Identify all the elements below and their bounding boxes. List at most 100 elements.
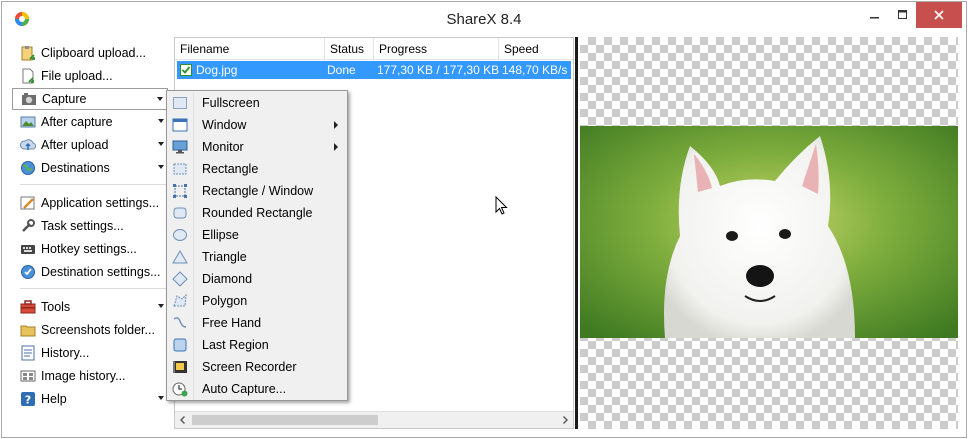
horizontal-scrollbar[interactable]	[175, 411, 573, 428]
polygon-icon	[173, 293, 187, 307]
capture-menu: Fullscreen Window Monitor Rectangle Rect…	[166, 90, 348, 401]
sidebar-item-clipboard-upload[interactable]: Clipboard upload...	[12, 42, 168, 64]
svg-text:?: ?	[25, 394, 31, 407]
sidebar-item-label: Destinations	[41, 161, 110, 175]
hotkey-settings-icon	[21, 245, 35, 254]
menu-item-free-hand[interactable]: Free Hand	[168, 312, 346, 334]
menu-item-auto-capture[interactable]: Auto Capture...	[168, 378, 346, 400]
sidebar-item-destination-settings[interactable]: Destination settings...	[12, 261, 168, 283]
task-settings-icon	[22, 219, 35, 232]
column-header-progress[interactable]: Progress	[374, 38, 499, 60]
close-button[interactable]	[916, 2, 962, 28]
dropdown-arrow-icon	[158, 119, 164, 123]
menu-item-label: Triangle	[202, 250, 247, 264]
sidebar-item-capture[interactable]: Capture	[12, 88, 168, 110]
maximize-button[interactable]	[890, 2, 916, 28]
menu-item-label: Fullscreen	[202, 96, 260, 110]
ellipse-icon	[173, 229, 187, 241]
after-capture-icon	[20, 116, 36, 128]
menu-item-rectangle[interactable]: Rectangle	[168, 158, 346, 180]
menu-item-screen-recorder[interactable]: Screen Recorder	[168, 356, 346, 378]
sidebar-item-file-upload[interactable]: File upload...	[12, 65, 168, 87]
column-header-status[interactable]: Status	[325, 38, 374, 60]
sidebar-item-label: Destination settings...	[41, 265, 161, 279]
menu-item-monitor[interactable]: Monitor	[168, 136, 346, 158]
sidebar-item-history[interactable]: History...	[12, 342, 168, 364]
sidebar-separator	[20, 184, 168, 185]
triangle-icon	[172, 250, 188, 264]
sidebar-item-label: Screenshots folder...	[41, 323, 155, 337]
menu-item-label: Window	[202, 118, 247, 132]
scrollbar-thumb[interactable]	[192, 415, 378, 425]
table-row[interactable]: Dog.jpg Done 177,30 KB / 177,30 KB 148,7…	[177, 61, 571, 79]
menu-item-triangle[interactable]: Triangle	[168, 246, 346, 268]
menu-item-label: Auto Capture...	[202, 382, 287, 396]
cell-progress: 177,30 KB / 177,30 KB	[377, 63, 500, 77]
minimize-icon	[870, 17, 879, 19]
application-settings-icon	[20, 196, 35, 210]
mouse-cursor-icon	[495, 196, 508, 215]
maximize-icon	[898, 10, 907, 19]
sidebar-item-tools[interactable]: Tools	[12, 296, 168, 318]
menu-item-label: Polygon	[202, 294, 248, 308]
sidebar-item-label: Capture	[42, 92, 87, 106]
cell-speed: 148,70 KB/s	[502, 63, 568, 77]
sidebar-item-screenshots-folder[interactable]: Screenshots folder...	[12, 319, 168, 341]
list-header: Filename Status Progress Speed	[175, 38, 573, 60]
image-preview	[580, 37, 958, 429]
submenu-arrow-icon	[334, 143, 338, 151]
sidebar-separator	[20, 288, 168, 289]
menu-item-label: Last Region	[202, 338, 269, 352]
sidebar-item-after-capture[interactable]: After capture	[12, 111, 168, 133]
close-icon	[934, 10, 944, 20]
dropdown-arrow-icon	[158, 142, 164, 146]
help-icon: ?	[21, 392, 35, 407]
sidebar-item-application-settings[interactable]: Application settings...	[12, 192, 168, 214]
menu-item-label: Diamond	[202, 272, 253, 286]
column-header-speed[interactable]: Speed	[499, 38, 573, 60]
sidebar-item-destinations[interactable]: Destinations	[12, 157, 168, 179]
cell-filename: Dog.jpg	[196, 63, 238, 77]
menu-item-label: Rectangle / Window	[202, 184, 314, 198]
rectangle-window-icon	[173, 184, 187, 198]
sidebar-item-task-settings[interactable]: Task settings...	[12, 215, 168, 237]
clipboard-upload-icon	[21, 46, 35, 61]
sidebar-item-label: File upload...	[41, 69, 113, 83]
sidebar-item-after-upload[interactable]: After upload	[12, 134, 168, 156]
diamond-icon	[172, 271, 188, 287]
menu-item-polygon[interactable]: Polygon	[168, 290, 346, 312]
window-title: ShareX 8.4	[446, 11, 522, 28]
sidebar-item-hotkey-settings[interactable]: Hotkey settings...	[12, 238, 168, 260]
menu-item-rectangle-window[interactable]: Rectangle / Window	[168, 180, 346, 202]
menu-item-label: Monitor	[202, 140, 244, 154]
menu-item-window[interactable]: Window	[168, 114, 346, 136]
sidebar-item-label: History...	[41, 346, 90, 360]
tools-icon	[20, 300, 36, 314]
sidebar-item-label: Task settings...	[41, 219, 124, 233]
sidebar-item-label: Image history...	[41, 369, 126, 383]
menu-item-label: Rectangle	[202, 162, 259, 176]
scroll-right-icon[interactable]	[560, 415, 570, 425]
panel-splitter[interactable]	[575, 37, 578, 429]
menu-item-label: Rounded Rectangle	[202, 206, 313, 220]
menu-item-diamond[interactable]: Diamond	[168, 268, 346, 290]
menu-item-rounded-rectangle[interactable]: Rounded Rectangle	[168, 202, 346, 224]
fullscreen-icon	[173, 97, 187, 109]
column-header-filename[interactable]: Filename	[175, 38, 325, 60]
sidebar-item-image-history[interactable]: Image history...	[12, 365, 168, 387]
history-icon	[21, 345, 35, 361]
menu-item-fullscreen[interactable]: Fullscreen	[168, 92, 346, 114]
menu-item-last-region[interactable]: Last Region	[168, 334, 346, 356]
sidebar-item-help[interactable]: ? Help	[12, 388, 168, 410]
menu-item-ellipse[interactable]: Ellipse	[168, 224, 346, 246]
scroll-left-icon[interactable]	[178, 415, 188, 425]
sidebar-item-label: Application settings...	[41, 196, 160, 210]
main-sidebar: Clipboard upload... File upload... Captu…	[12, 40, 172, 430]
capture-icon	[22, 93, 36, 105]
submenu-arrow-icon	[334, 121, 338, 129]
done-check-icon	[180, 64, 192, 76]
free-hand-icon	[173, 317, 187, 328]
destination-settings-icon	[21, 265, 35, 279]
sidebar-item-label: After upload	[41, 138, 109, 152]
minimize-button[interactable]	[862, 2, 888, 28]
